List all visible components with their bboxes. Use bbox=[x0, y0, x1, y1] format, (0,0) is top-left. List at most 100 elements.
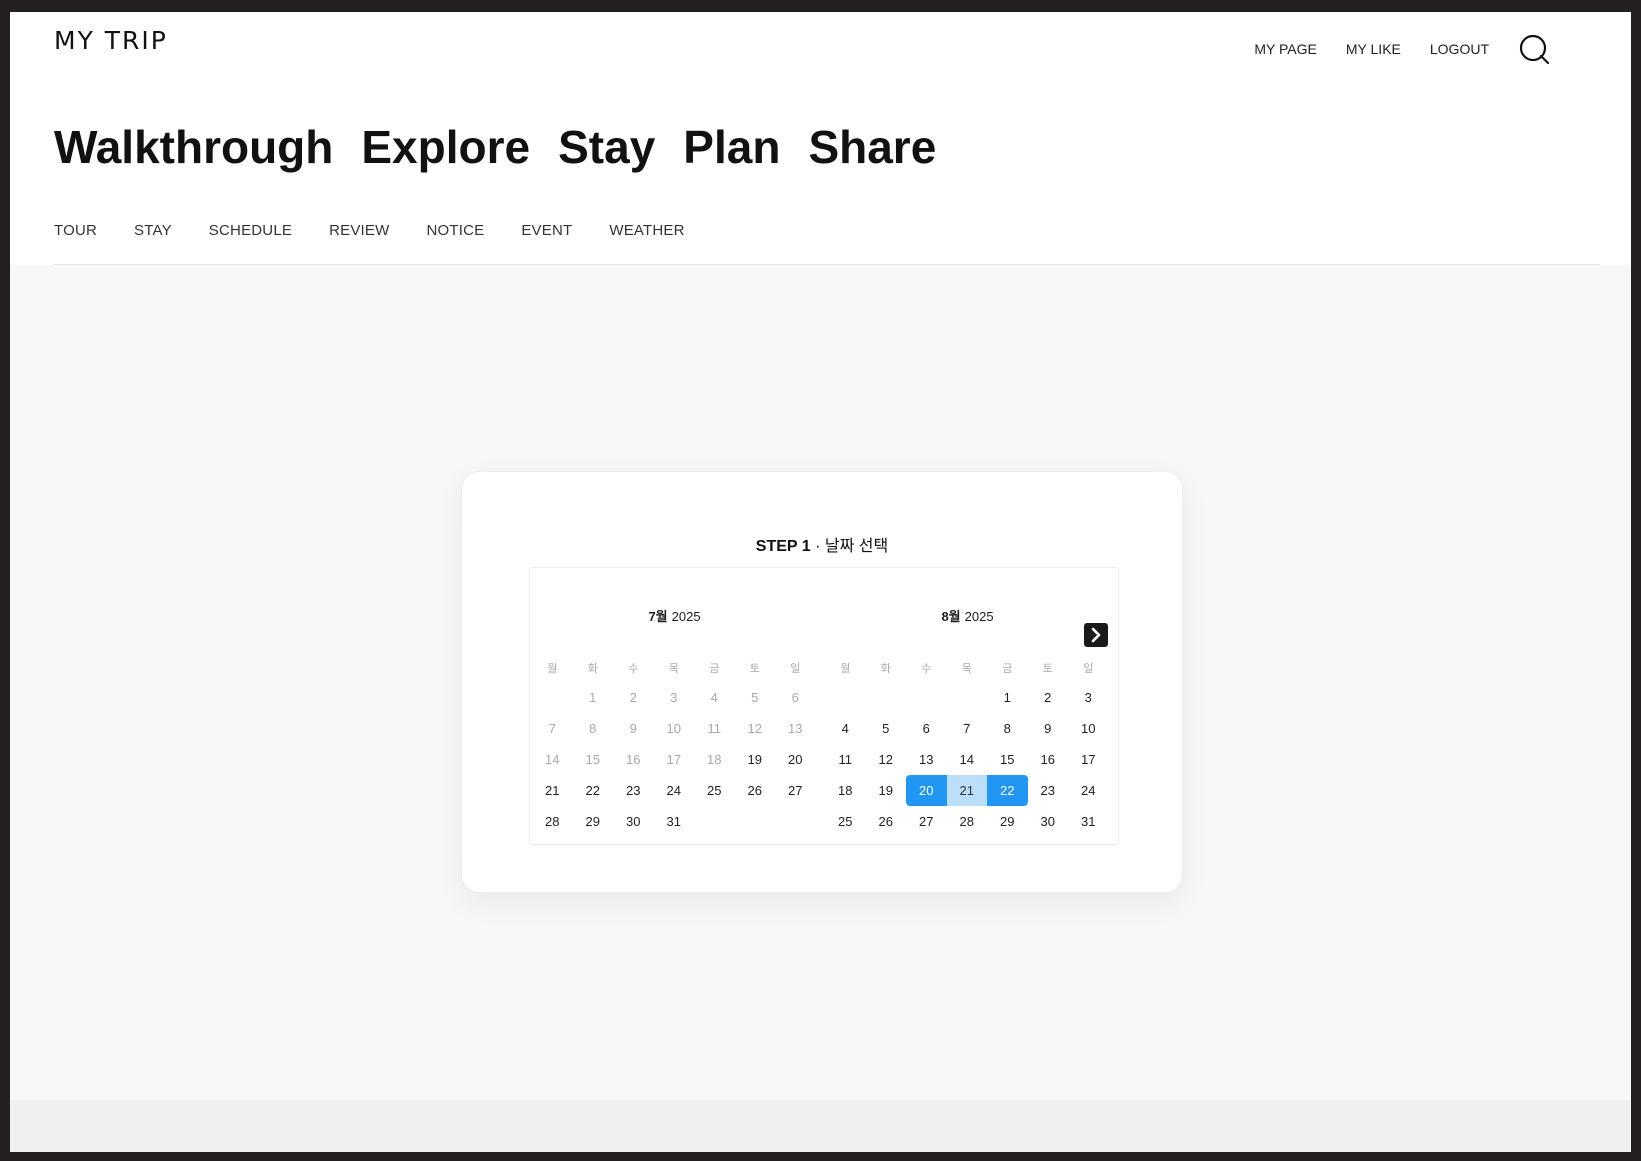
day-cell[interactable]: 27 bbox=[775, 775, 816, 806]
day-cell[interactable]: 19 bbox=[866, 775, 907, 806]
day-cell[interactable]: 28 bbox=[532, 806, 573, 837]
day-cell[interactable]: 7 bbox=[947, 713, 988, 744]
main-nav-walkthrough[interactable]: Walkthrough bbox=[54, 120, 333, 174]
day-cell: 10 bbox=[666, 721, 681, 736]
weekday-label: 일 bbox=[1083, 663, 1094, 675]
day-cell[interactable]: 1 bbox=[987, 682, 1028, 713]
main-nav-plan[interactable]: Plan bbox=[683, 120, 780, 174]
empty-day-cell bbox=[947, 682, 988, 713]
day-cell: 16 bbox=[626, 752, 641, 767]
day-cell[interactable]: 26 bbox=[866, 806, 907, 837]
day-cell[interactable]: 23 bbox=[613, 775, 654, 806]
day-cell: 9 bbox=[629, 721, 637, 736]
day-cell[interactable]: 3 bbox=[1068, 682, 1109, 713]
day-cell[interactable]: 10 bbox=[1068, 713, 1109, 744]
month-header: 8월 2025 bbox=[825, 606, 1110, 626]
logout-link[interactable]: LOGOUT bbox=[1430, 41, 1489, 57]
day-cell[interactable]: 21 bbox=[532, 775, 573, 806]
day-cell[interactable]: 22 bbox=[987, 775, 1028, 806]
day-cell: 6 bbox=[791, 690, 799, 705]
sub-nav-stay[interactable]: STAY bbox=[134, 222, 172, 239]
utility-nav: MY PAGE MY LIKE LOGOUT bbox=[1225, 32, 1551, 66]
weekday-label: 화 bbox=[880, 663, 891, 675]
day-cell[interactable]: 23 bbox=[1028, 775, 1069, 806]
day-cell[interactable]: 25 bbox=[694, 775, 735, 806]
day-cell[interactable]: 11 bbox=[825, 744, 866, 775]
day-cell[interactable]: 29 bbox=[987, 806, 1028, 837]
weekday-label: 월 bbox=[547, 663, 558, 675]
day-cell[interactable]: 18 bbox=[825, 775, 866, 806]
day-cell: 14 bbox=[545, 752, 560, 767]
day-cell[interactable]: 24 bbox=[1068, 775, 1109, 806]
day-cell[interactable]: 16 bbox=[1028, 744, 1069, 775]
weekday-label: 금 bbox=[1002, 663, 1013, 675]
weekday-label: 토 bbox=[749, 663, 760, 675]
site-header: MY TRIP MY PAGE MY LIKE LOGOUT Walkthrou… bbox=[10, 12, 1631, 265]
main-nav-share[interactable]: Share bbox=[808, 120, 936, 174]
day-cell: 11 bbox=[707, 721, 722, 736]
day-cell[interactable]: 28 bbox=[947, 806, 988, 837]
empty-day-cell bbox=[532, 682, 573, 713]
step-label: STEP 1 bbox=[755, 538, 811, 555]
day-cell[interactable]: 13 bbox=[906, 744, 947, 775]
main-nav: Walkthrough Explore Stay Plan Share bbox=[54, 120, 964, 174]
sub-nav-schedule[interactable]: SCHEDULE bbox=[209, 222, 292, 239]
sub-nav-notice[interactable]: NOTICE bbox=[426, 222, 484, 239]
day-cell[interactable]: 31 bbox=[1068, 806, 1109, 837]
day-cell: 18 bbox=[707, 752, 722, 767]
day-cell[interactable]: 20 bbox=[906, 775, 947, 806]
sub-nav-event[interactable]: EVENT bbox=[521, 222, 572, 239]
main-nav-stay[interactable]: Stay bbox=[558, 120, 655, 174]
day-cell[interactable]: 5 bbox=[866, 713, 907, 744]
day-cell[interactable]: 30 bbox=[613, 806, 654, 837]
day-cell[interactable]: 20 bbox=[775, 744, 816, 775]
day-cell[interactable]: 15 bbox=[987, 744, 1028, 775]
day-cell[interactable]: 22 bbox=[573, 775, 614, 806]
day-cell[interactable]: 8 bbox=[987, 713, 1028, 744]
day-cell[interactable]: 17 bbox=[1068, 744, 1109, 775]
day-cell[interactable]: 29 bbox=[573, 806, 614, 837]
day-cell[interactable]: 24 bbox=[654, 775, 695, 806]
month-year: 2025 bbox=[671, 609, 701, 624]
search-icon[interactable] bbox=[1517, 32, 1551, 66]
my-like-link[interactable]: MY LIKE bbox=[1346, 41, 1401, 57]
site-logo[interactable]: MY TRIP bbox=[54, 26, 168, 55]
day-cell[interactable]: 21 bbox=[946, 775, 987, 806]
sub-nav: TOUR STAY SCHEDULE REVIEW NOTICE EVENT W… bbox=[54, 222, 722, 239]
day-cell[interactable]: 25 bbox=[825, 806, 866, 837]
step-title-text: 날짜 선택 bbox=[824, 538, 889, 555]
weekday-label: 토 bbox=[1042, 663, 1053, 675]
header-divider bbox=[54, 264, 1600, 265]
weekday-label: 금 bbox=[709, 663, 720, 675]
day-cell[interactable]: 2 bbox=[1028, 682, 1069, 713]
browser-viewport: MY TRIP MY PAGE MY LIKE LOGOUT Walkthrou… bbox=[10, 12, 1631, 1152]
day-cell[interactable]: 12 bbox=[866, 744, 907, 775]
month-header: 7월 2025 bbox=[532, 606, 817, 626]
day-cell: 7 bbox=[548, 721, 556, 736]
day-cell: 5 bbox=[751, 690, 759, 705]
empty-day-cell bbox=[866, 682, 907, 713]
day-cell[interactable]: 26 bbox=[735, 775, 776, 806]
sub-nav-tour[interactable]: TOUR bbox=[54, 222, 97, 239]
day-cell: 2 bbox=[629, 690, 637, 705]
main-nav-explore[interactable]: Explore bbox=[361, 120, 530, 174]
day-cell[interactable]: 6 bbox=[906, 713, 947, 744]
weekday-label: 화 bbox=[587, 663, 598, 675]
date-select-card: STEP 1 · 날짜 선택 7월 2025 월 화 수 목 금 토 일 1 2 3 4 5 6 7 8 9 10… bbox=[461, 471, 1183, 893]
date-range-calendar: 7월 2025 월 화 수 목 금 토 일 1 2 3 4 5 6 7 8 9 10 11 12 13 14 15 16 17 1… bbox=[529, 567, 1119, 845]
my-page-link[interactable]: MY PAGE bbox=[1254, 41, 1317, 57]
day-cell[interactable]: 30 bbox=[1028, 806, 1069, 837]
day-cell[interactable]: 9 bbox=[1028, 713, 1069, 744]
sub-nav-weather[interactable]: WEATHER bbox=[609, 222, 684, 239]
day-cell[interactable]: 31 bbox=[654, 806, 695, 837]
sub-nav-review[interactable]: REVIEW bbox=[329, 222, 389, 239]
day-cell[interactable]: 19 bbox=[735, 744, 776, 775]
day-cell[interactable]: 27 bbox=[906, 806, 947, 837]
day-grid: 월 화 수 목 금 토 일 1 2 3 4 5 6 7 8 9 10 11 12 13 14 15 16 17 18 19 20 21… bbox=[532, 656, 817, 837]
empty-day-cell bbox=[906, 682, 947, 713]
day-cell[interactable]: 14 bbox=[947, 744, 988, 775]
weekday-label: 수 bbox=[921, 663, 932, 675]
empty-day-cell bbox=[825, 682, 866, 713]
day-cell[interactable]: 4 bbox=[825, 713, 866, 744]
month-name: 7월 bbox=[648, 609, 668, 624]
